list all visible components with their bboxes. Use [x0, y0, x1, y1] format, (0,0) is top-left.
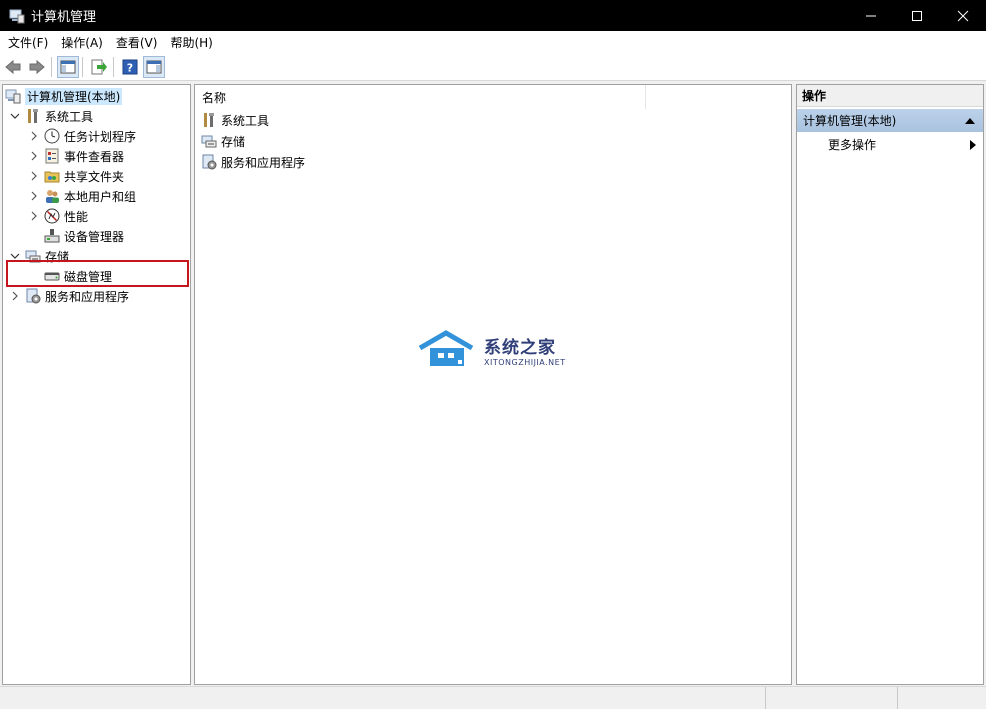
- tree-label: 设备管理器: [64, 229, 125, 244]
- list-item[interactable]: 系统工具: [201, 110, 269, 130]
- collapse-up-icon[interactable]: [965, 117, 975, 125]
- tree-item-system-tools[interactable]: 系统工具: [9, 106, 93, 126]
- computer-management-icon: [9, 9, 25, 23]
- list-item[interactable]: 服务和应用程序: [201, 152, 305, 172]
- services-icon: [25, 288, 41, 304]
- back-button[interactable]: [2, 56, 24, 78]
- tree-label: 本地用户和组: [64, 189, 137, 204]
- export-list-icon: [91, 59, 107, 75]
- actions-header-label: 操作: [802, 89, 827, 103]
- tree-label: 任务计划程序: [64, 129, 137, 144]
- house-logo-icon: [418, 330, 474, 366]
- column-header-name[interactable]: 名称: [195, 85, 646, 109]
- export-list-button[interactable]: [88, 56, 110, 78]
- maximize-icon: [912, 10, 922, 21]
- list-item-label: 服务和应用程序: [221, 155, 306, 170]
- toolbar-separator: [113, 57, 114, 77]
- tree-item-device-manager[interactable]: 设备管理器: [44, 226, 124, 246]
- menu-action[interactable]: 操作(A): [56, 34, 108, 51]
- title-bar: 计算机管理: [0, 0, 986, 31]
- tree-label: 服务和应用程序: [45, 289, 130, 304]
- maximize-button[interactable]: [894, 0, 940, 31]
- chevron-right-icon[interactable]: [28, 170, 40, 182]
- console-tree[interactable]: 计算机管理(本地) 系统工具 任务计划程序 事件查看器 共享文件夹 本地用户和组…: [2, 84, 191, 685]
- column-header-label: 名称: [202, 90, 227, 105]
- actions-section-label: 计算机管理(本地): [803, 114, 897, 128]
- forward-arrow-icon: [29, 59, 45, 75]
- chevron-right-icon[interactable]: [28, 190, 40, 202]
- minimize-button[interactable]: [848, 0, 894, 31]
- tree-label: 系统工具: [45, 109, 94, 124]
- shared-folder-icon: [44, 168, 60, 184]
- menu-help[interactable]: 帮助(H): [165, 34, 217, 51]
- status-segment: [765, 687, 898, 709]
- device-manager-icon: [44, 228, 60, 244]
- event-viewer-icon: [44, 148, 60, 164]
- list-item-label: 存储: [221, 134, 246, 149]
- tree-label: 性能: [64, 209, 89, 224]
- clock-icon: [44, 128, 60, 144]
- show-hide-console-tree-button[interactable]: [57, 56, 79, 78]
- list-item[interactable]: 存储: [201, 131, 245, 151]
- show-hide-action-pane-icon: [146, 60, 162, 74]
- close-button[interactable]: [940, 0, 986, 31]
- performance-icon: [44, 208, 60, 224]
- chevron-down-icon[interactable]: [9, 110, 21, 122]
- tree-item-task-scheduler[interactable]: 任务计划程序: [28, 126, 136, 146]
- window-title: 计算机管理: [31, 10, 97, 25]
- chevron-right-icon[interactable]: [28, 150, 40, 162]
- menu-view[interactable]: 查看(V): [111, 34, 163, 51]
- users-icon: [44, 188, 60, 204]
- help-icon: ?: [122, 59, 138, 75]
- tree-item-shared-folders[interactable]: 共享文件夹: [28, 166, 124, 186]
- minimize-icon: [866, 15, 876, 16]
- tree-item-local-users[interactable]: 本地用户和组: [28, 186, 136, 206]
- list-item-label: 系统工具: [221, 113, 270, 128]
- actions-pane: 操作 计算机管理(本地) 更多操作: [796, 84, 984, 685]
- toolbar-separator: [82, 57, 83, 77]
- toolbar-separator: [51, 57, 52, 77]
- more-actions-item[interactable]: 更多操作: [797, 134, 983, 155]
- tree-item-root[interactable]: 计算机管理(本地): [5, 86, 123, 106]
- chevron-right-icon[interactable]: [9, 290, 21, 302]
- storage-icon: [201, 133, 217, 149]
- tools-icon: [201, 112, 217, 128]
- content-list-pane[interactable]: 名称 系统工具 存储 服务和应用程序: [194, 84, 792, 685]
- tree-item-services-apps[interactable]: 服务和应用程序: [9, 286, 129, 306]
- watermark-title: 系统之家: [484, 338, 556, 358]
- actions-header: 操作: [797, 85, 983, 107]
- more-actions-label: 更多操作: [828, 138, 877, 152]
- tree-label: 事件查看器: [64, 149, 125, 164]
- menu-bar: 文件(F) 操作(A) 查看(V) 帮助(H): [0, 31, 986, 55]
- chevron-right-icon[interactable]: [28, 210, 40, 222]
- watermark-logo: 系统之家 XITONGZHIJIA.NET: [418, 330, 566, 370]
- submenu-arrow-icon: [970, 140, 976, 150]
- close-icon: [957, 10, 969, 21]
- forward-button[interactable]: [26, 56, 48, 78]
- status-bar: [0, 686, 986, 709]
- status-segment: [897, 687, 986, 709]
- services-icon: [201, 154, 217, 170]
- tree-item-event-viewer[interactable]: 事件查看器: [28, 146, 124, 166]
- computer-management-icon: [5, 88, 21, 104]
- show-hide-console-tree-icon: [60, 60, 76, 74]
- tree-label: 共享文件夹: [64, 169, 125, 184]
- chevron-right-icon[interactable]: [28, 130, 40, 142]
- tree-label: 计算机管理(本地): [25, 87, 123, 105]
- show-hide-action-pane-button[interactable]: [143, 56, 165, 78]
- back-arrow-icon: [5, 59, 21, 75]
- toolbar: ?: [0, 54, 986, 81]
- actions-section-computer-management[interactable]: 计算机管理(本地): [797, 109, 983, 132]
- menu-file[interactable]: 文件(F): [3, 34, 53, 51]
- svg-text:?: ?: [127, 62, 133, 75]
- highlight-box: [6, 260, 189, 287]
- watermark-subtitle: XITONGZHIJIA.NET: [484, 358, 566, 367]
- tree-item-performance[interactable]: 性能: [28, 206, 88, 226]
- help-button[interactable]: ?: [119, 56, 141, 78]
- tools-icon: [25, 108, 41, 124]
